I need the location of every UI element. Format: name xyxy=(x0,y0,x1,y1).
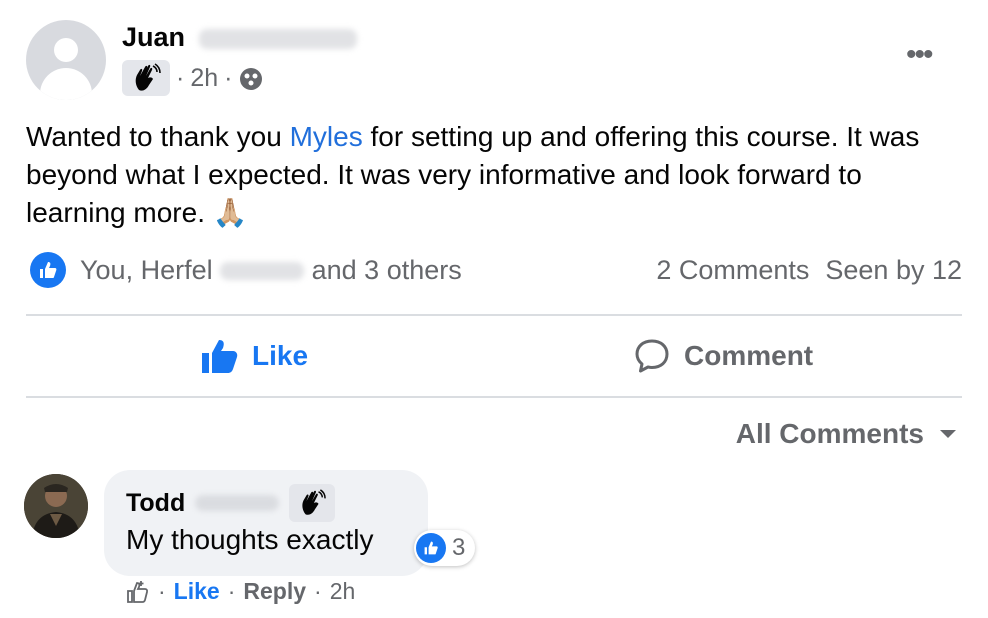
author-avatar[interactable] xyxy=(26,20,106,100)
more-icon: ••• xyxy=(906,38,933,71)
caret-down-icon xyxy=(940,430,956,438)
group-privacy-icon xyxy=(240,67,263,90)
like-reaction-icon xyxy=(416,533,446,563)
comments-filter-dropdown[interactable]: All Comments xyxy=(736,418,958,450)
commenter-first-name[interactable]: Todd xyxy=(126,489,185,518)
divider xyxy=(26,396,962,398)
wave-icon xyxy=(302,489,327,515)
meta-separator: · xyxy=(224,64,233,92)
comment-like-button[interactable]: Like xyxy=(174,578,220,605)
comment-text: My thoughts exactly xyxy=(126,524,374,555)
author-first-name[interactable]: Juan xyxy=(122,22,185,52)
redacted-surname xyxy=(195,495,280,511)
action-separator: · xyxy=(158,578,166,604)
wave-badge[interactable] xyxy=(289,484,336,522)
post-text: Wanted to thank you Myles for setting up… xyxy=(26,118,966,232)
comment-icon xyxy=(635,339,669,373)
post-author-name[interactable]: Juan xyxy=(122,22,357,53)
mention-link[interactable]: Myles xyxy=(290,121,363,152)
like-label: Like xyxy=(252,340,309,371)
comment-label: Comment xyxy=(684,340,814,371)
comments-count[interactable]: 2 Comments xyxy=(656,255,809,286)
like-button[interactable]: Like xyxy=(200,338,308,374)
post-text-part: Wanted to thank you xyxy=(26,121,290,152)
action-separator: · xyxy=(314,578,322,604)
comment-reaction-count[interactable]: 3 xyxy=(414,530,476,566)
redacted-surname xyxy=(220,262,305,281)
thumbs-up-icon xyxy=(40,262,57,278)
commenter-name[interactable]: Todd xyxy=(126,484,336,522)
comments-filter-label: All Comments xyxy=(735,418,924,449)
avatar-placeholder-body xyxy=(40,68,92,100)
commenter-photo xyxy=(24,474,88,538)
reactions-names: You, Herfel xyxy=(80,254,213,285)
react-icon[interactable] xyxy=(124,579,150,605)
comment-button[interactable]: Comment xyxy=(634,338,813,374)
like-icon xyxy=(202,340,238,373)
comment-timestamp[interactable]: 2h xyxy=(330,578,356,605)
comment-actions: · Like · Reply · 2h xyxy=(124,578,355,605)
post-timestamp[interactable]: 2h xyxy=(190,64,218,93)
post-counts: 2 Comments Seen by 12 xyxy=(656,255,962,286)
more-options-button[interactable]: ••• xyxy=(906,38,933,72)
comment-reply-button[interactable]: Reply xyxy=(243,578,306,605)
post-meta: · 2h · xyxy=(176,64,264,93)
divider xyxy=(26,314,962,316)
reactions-summary[interactable]: You, Herfel and 3 others xyxy=(30,252,462,288)
action-separator: · xyxy=(227,578,236,604)
meta-separator: · xyxy=(176,64,185,92)
reactions-others: and 3 others xyxy=(311,254,462,285)
seen-by-count[interactable]: Seen by 12 xyxy=(825,255,962,286)
thumbs-up-icon xyxy=(424,541,438,555)
like-reaction-icon xyxy=(30,252,66,288)
redacted-surname xyxy=(198,28,357,49)
wave-badge[interactable] xyxy=(122,60,170,96)
reaction-count: 3 xyxy=(452,534,466,561)
wave-icon xyxy=(135,63,161,91)
avatar-placeholder-head xyxy=(54,38,78,62)
commenter-avatar[interactable] xyxy=(24,474,88,538)
